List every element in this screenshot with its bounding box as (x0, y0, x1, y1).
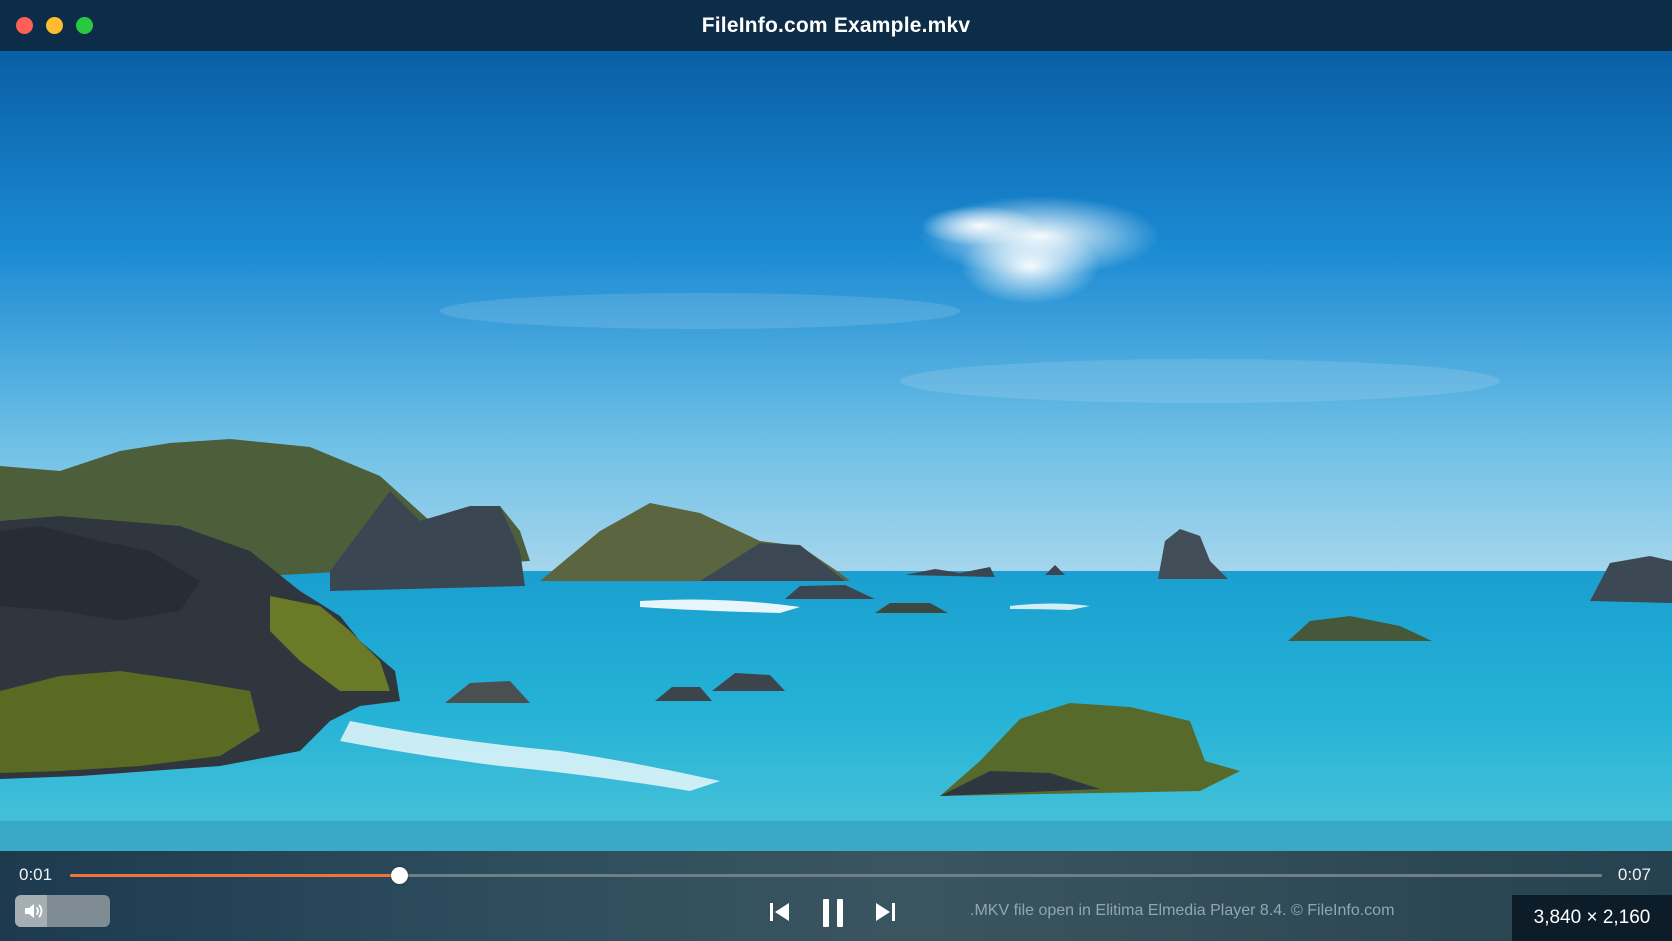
seek-bar-progress (70, 874, 400, 877)
next-button[interactable] (872, 897, 898, 927)
video-caption: .MKV file open in Elitima Elmedia Player… (970, 902, 1395, 919)
maximize-button[interactable] (76, 17, 93, 34)
seek-bar[interactable] (70, 867, 1602, 884)
player-window: FileInfo.com Example.mkv 0:01 0:07 .MKV … (0, 0, 1672, 941)
player-controls: 0:01 0:07 (0, 851, 1672, 941)
resolution-badge: 3,840 × 2,160 (1512, 895, 1672, 941)
skip-forward-icon (876, 903, 895, 921)
pause-button[interactable] (818, 897, 848, 929)
pause-icon (823, 899, 843, 927)
minimize-button[interactable] (46, 17, 63, 34)
volume-slider[interactable] (15, 895, 110, 927)
previous-button[interactable] (767, 897, 793, 927)
seek-handle[interactable] (391, 867, 409, 884)
video-frame[interactable] (0, 51, 1672, 851)
window-title: FileInfo.com Example.mkv (701, 13, 971, 37)
window-controls (16, 17, 93, 34)
close-button[interactable] (16, 17, 33, 34)
skip-back-icon (770, 903, 789, 921)
current-time: 0:01 (19, 865, 53, 884)
duration-time: 0:07 (1617, 865, 1651, 884)
title-bar[interactable]: FileInfo.com Example.mkv (0, 0, 1672, 51)
speaker-icon[interactable] (23, 901, 45, 921)
video-scene-image (0, 51, 1672, 851)
